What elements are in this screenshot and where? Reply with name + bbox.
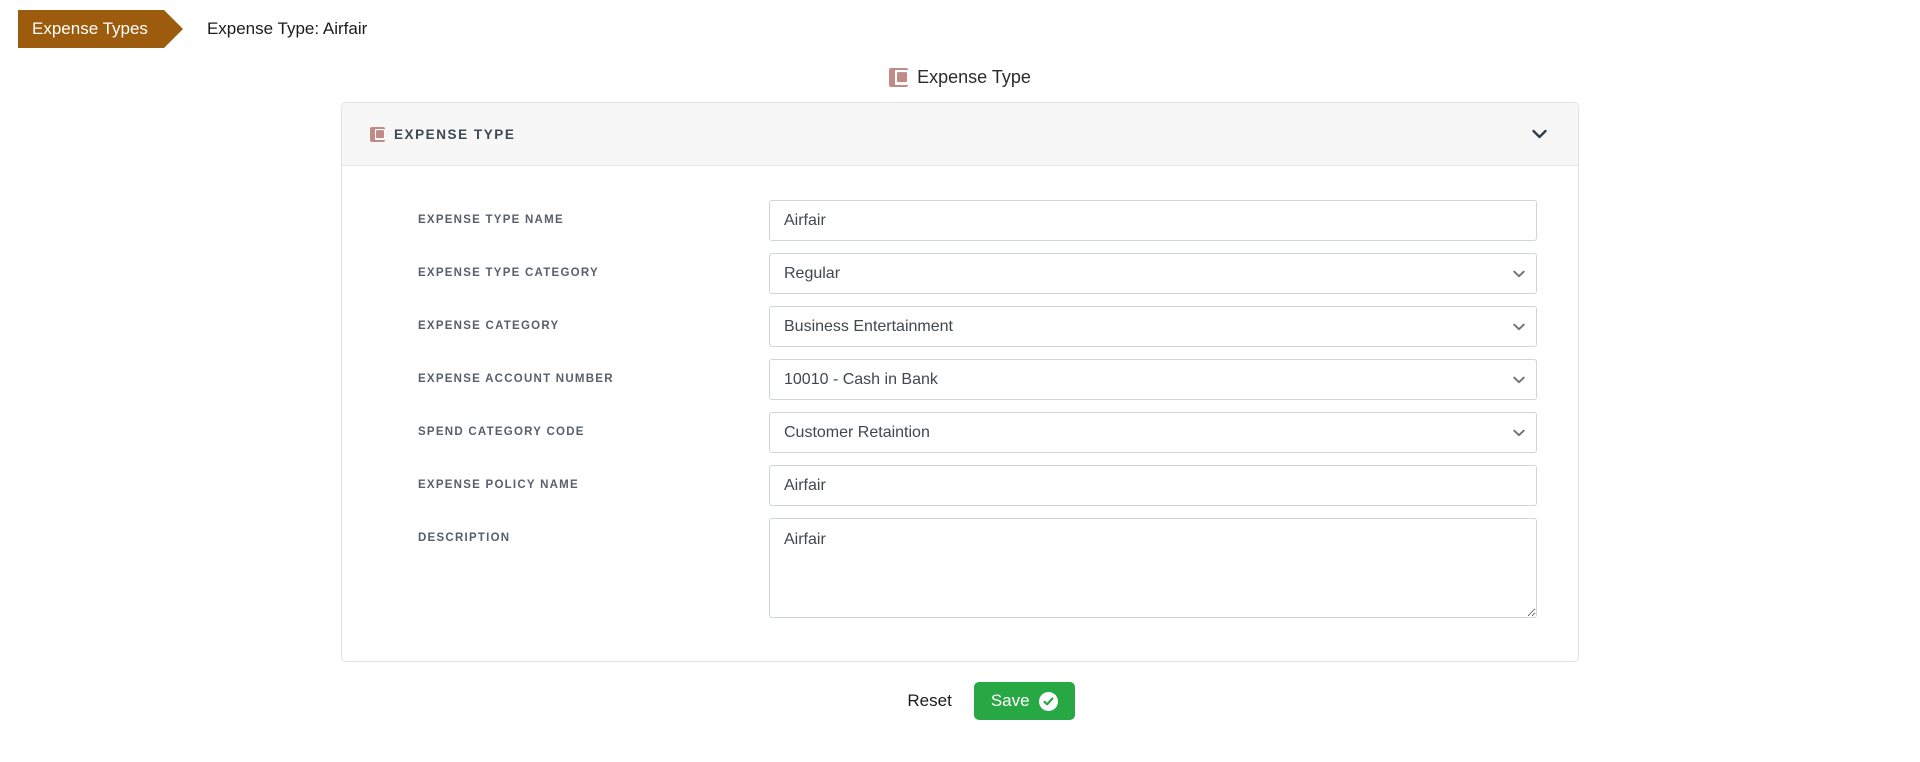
control-expense-category: Business Entertainment xyxy=(769,306,1537,347)
control-description: Airfair xyxy=(769,518,1537,623)
breadcrumb-current-record: Expense Type: Airfair xyxy=(206,19,368,38)
form-row: EXPENSE TYPE CATEGORY Regular xyxy=(370,253,1550,294)
label-expense-category: EXPENSE CATEGORY xyxy=(418,320,560,332)
expense-type-icon xyxy=(370,126,385,142)
form-row: EXPENSE CATEGORY Business Entertainment xyxy=(370,306,1550,347)
expense-type-icon xyxy=(889,67,909,87)
label-description: DESCRIPTION xyxy=(418,532,511,544)
expense-account-number-select[interactable]: 10010 - Cash in Bank xyxy=(769,359,1537,400)
control-expense-type-category: Regular xyxy=(769,253,1537,294)
check-circle-icon xyxy=(1038,691,1058,711)
control-expense-account-number: 10010 - Cash in Bank xyxy=(769,359,1537,400)
label-expense-policy-name: EXPENSE POLICY NAME xyxy=(418,479,579,491)
form-row: DESCRIPTION Airfair xyxy=(370,518,1550,623)
panel-header-title: EXPENSE TYPE xyxy=(394,126,516,142)
panel-body: EXPENSE TYPE NAME EXPENSE TYPE CATEGORY … xyxy=(342,166,1578,661)
save-button-label: Save xyxy=(990,691,1030,710)
page-title-label: Expense Type xyxy=(917,66,1031,87)
control-spend-category-code: Customer Retaintion xyxy=(769,412,1537,453)
reset-button[interactable]: Reset xyxy=(903,685,955,717)
label-expense-account-number: EXPENSE ACCOUNT NUMBER xyxy=(418,373,614,385)
expense-category-select[interactable]: Business Entertainment xyxy=(769,306,1537,347)
control-expense-policy-name xyxy=(769,465,1537,506)
form-row: EXPENSE POLICY NAME xyxy=(370,465,1550,506)
form-row: EXPENSE ACCOUNT NUMBER 10010 - Cash in B… xyxy=(370,359,1550,400)
form-row: SPEND CATEGORY CODE Customer Retaintion xyxy=(370,412,1550,453)
description-textarea[interactable]: Airfair xyxy=(769,518,1537,618)
expense-type-category-select[interactable]: Regular xyxy=(769,253,1537,294)
breadcrumb: Expense Types Expense Type: Airfair xyxy=(0,0,1920,58)
page-title: Expense Type xyxy=(0,60,1920,94)
spend-category-code-select[interactable]: Customer Retaintion xyxy=(769,412,1537,453)
label-expense-type-name: EXPENSE TYPE NAME xyxy=(418,214,564,226)
expense-type-name-input[interactable] xyxy=(769,200,1537,241)
label-spend-category-code: SPEND CATEGORY CODE xyxy=(418,426,585,438)
breadcrumb-item-expense-types[interactable]: Expense Types xyxy=(18,10,183,48)
form-actions: Reset Save xyxy=(0,682,1920,720)
panel-header[interactable]: EXPENSE TYPE xyxy=(342,103,1578,166)
chevron-down-icon[interactable] xyxy=(1528,123,1550,145)
expense-type-panel: EXPENSE TYPE EXPENSE TYPE NAME EXPENSE T… xyxy=(341,102,1579,662)
label-expense-type-category: EXPENSE TYPE CATEGORY xyxy=(418,267,599,279)
panel-header-left: EXPENSE TYPE xyxy=(370,126,1528,142)
control-expense-type-name xyxy=(769,200,1537,241)
save-button[interactable]: Save xyxy=(973,682,1075,720)
expense-policy-name-input[interactable] xyxy=(769,465,1537,506)
form-row: EXPENSE TYPE NAME xyxy=(370,200,1550,241)
